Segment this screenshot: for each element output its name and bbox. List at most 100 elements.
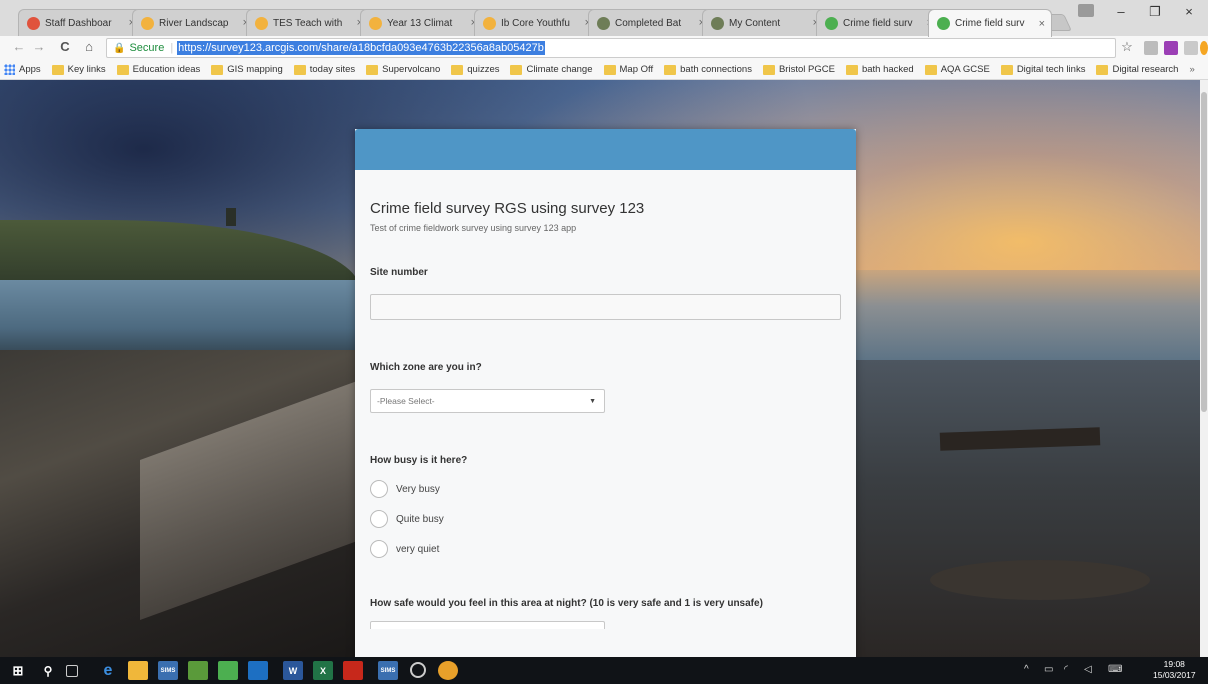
bookmark-folder[interactable]: AQA GCSE <box>924 64 990 75</box>
extension-icon[interactable] <box>1200 41 1208 55</box>
bookmark-apps[interactable]: Apps <box>4 64 41 75</box>
tab-close-icon[interactable]: × <box>1039 18 1045 30</box>
tab-2[interactable]: River Landscap× <box>132 9 256 36</box>
chrome-icon[interactable] <box>438 661 458 680</box>
excel-icon[interactable]: X <box>313 661 333 680</box>
bookmark-folder[interactable]: Bristol PGCE <box>762 64 835 75</box>
folder-icon <box>293 64 306 75</box>
extension-icon[interactable] <box>1164 41 1178 55</box>
bookmarks-more-button[interactable]: » <box>1189 64 1194 75</box>
close-window-button[interactable]: × <box>1174 4 1204 19</box>
bookmark-label: bath connections <box>680 64 752 75</box>
folder-icon <box>603 64 616 75</box>
bookmark-folder[interactable]: Map Off <box>603 64 653 75</box>
bookmark-folder[interactable]: Education ideas <box>116 64 200 75</box>
folder-icon <box>510 64 523 75</box>
bookmark-star-icon[interactable]: ☆ <box>1118 39 1136 55</box>
tab-strip: Staff Dashboar×River Landscap×TES Teach … <box>0 0 1208 37</box>
keyboard-icon[interactable]: ⌨ <box>1108 664 1122 675</box>
bookmark-folder[interactable]: Key links <box>51 64 106 75</box>
tab-label: River Landscap <box>159 17 229 29</box>
scrollbar-thumb[interactable] <box>1201 92 1207 412</box>
sims-icon[interactable]: SIMS <box>378 661 398 680</box>
edge-icon[interactable]: e <box>98 661 118 680</box>
tab-favicon-icon <box>711 16 724 30</box>
busy-option[interactable]: Very busy <box>370 474 841 504</box>
radio-label: Quite busy <box>396 513 444 525</box>
busy-option[interactable]: Quite busy <box>370 504 841 534</box>
user-profile-icon[interactable] <box>1078 4 1094 17</box>
background-sea-right <box>856 270 1200 360</box>
folder-icon <box>845 64 858 75</box>
tab-favicon-icon <box>483 16 496 30</box>
extension-icon[interactable] <box>1144 41 1158 55</box>
bookmark-folder[interactable]: GIS mapping <box>211 64 283 75</box>
busy-option[interactable]: very quiet <box>370 534 841 564</box>
clock[interactable]: 19:08 15/03/2017 <box>1153 659 1196 681</box>
survey-body: Crime field survey RGS using survey 123 … <box>355 170 856 629</box>
tab-favicon-icon <box>27 16 40 30</box>
survey-description: Test of crime fieldwork survey using sur… <box>370 223 577 233</box>
background-tower <box>226 208 236 226</box>
radio-button[interactable] <box>370 510 388 528</box>
address-bar[interactable]: 🔒 Secure | https://survey123.arcgis.com/… <box>106 38 1116 58</box>
forward-button[interactable]: → <box>30 39 48 54</box>
tab-5[interactable]: Ib Core Youthfu× <box>474 9 598 36</box>
extension-icon[interactable] <box>1184 41 1198 55</box>
survey123-icon[interactable] <box>218 661 238 680</box>
acrobat-icon[interactable] <box>343 661 363 680</box>
folder-icon <box>116 64 129 75</box>
bookmark-folder[interactable]: Digital tech links <box>1000 64 1086 75</box>
bookmark-folder[interactable]: bath connections <box>664 64 752 75</box>
background-rock <box>930 560 1150 600</box>
bookmark-folder[interactable]: Digital research <box>1096 64 1178 75</box>
tab-4[interactable]: Year 13 Climat× <box>360 9 484 36</box>
zone-select[interactable]: -Please Select- ▼ <box>370 389 605 413</box>
task-view-icon[interactable] <box>66 665 78 677</box>
folder-icon <box>762 64 775 75</box>
radio-label: Very busy <box>396 483 440 495</box>
radio-button[interactable] <box>370 480 388 498</box>
bookmark-label: Digital tech links <box>1016 64 1086 75</box>
bookmarks-bar: Apps Key links Education ideas GIS mapping t… <box>0 60 1208 80</box>
tab-9[interactable]: Crime field surv × <box>928 9 1052 37</box>
file-explorer-icon[interactable] <box>128 661 148 680</box>
maximize-button[interactable]: ❐ <box>1140 4 1170 20</box>
app-icon[interactable] <box>188 661 208 680</box>
outlook-icon[interactable] <box>248 661 268 680</box>
bookmark-folder[interactable]: quizzes <box>451 64 499 75</box>
safety-select[interactable] <box>370 621 605 629</box>
tab-3[interactable]: TES Teach with× <box>246 9 370 36</box>
sims-icon[interactable]: SIMS <box>158 661 178 680</box>
reload-button[interactable]: C <box>56 39 74 54</box>
minimize-button[interactable]: – <box>1106 4 1136 19</box>
folder-icon <box>1096 64 1109 75</box>
bookmark-folder[interactable]: Supervolcano <box>366 64 440 75</box>
site-number-input[interactable] <box>370 294 841 320</box>
back-button[interactable]: ← <box>10 39 28 54</box>
home-button[interactable]: ⌂ <box>80 39 98 54</box>
background-rocks-right <box>856 360 1200 657</box>
tab-label: Crime field surv <box>955 18 1025 29</box>
word-icon[interactable]: W <box>283 661 303 680</box>
tab-1[interactable]: Staff Dashboar× <box>18 9 142 36</box>
tray-chevron-icon[interactable]: ^ <box>1024 664 1029 675</box>
start-button[interactable]: ⊞ <box>8 661 28 680</box>
tab-favicon-icon <box>597 16 610 30</box>
bookmark-folder[interactable]: Climate change <box>510 64 593 75</box>
url-text[interactable]: https://survey123.arcgis.com/share/a18bc… <box>177 41 545 55</box>
bookmark-folder[interactable]: today sites <box>293 64 355 75</box>
tab-7[interactable]: My Content× <box>702 9 826 36</box>
bookmark-label: Key links <box>67 64 106 75</box>
battery-icon[interactable]: ▭ <box>1044 664 1053 675</box>
bookmark-folder[interactable]: bath hacked <box>845 64 914 75</box>
media-icon[interactable] <box>410 662 426 678</box>
folder-icon <box>51 64 64 75</box>
wifi-icon[interactable]: ◜ <box>1064 664 1068 675</box>
search-icon[interactable]: ⚲ <box>38 661 58 680</box>
bookmark-label: quizzes <box>467 64 500 75</box>
tab-6[interactable]: Completed Bat× <box>588 9 712 36</box>
radio-button[interactable] <box>370 540 388 558</box>
volume-icon[interactable]: ◁ <box>1084 664 1092 675</box>
tab-8[interactable]: Crime field surv× <box>816 9 940 36</box>
